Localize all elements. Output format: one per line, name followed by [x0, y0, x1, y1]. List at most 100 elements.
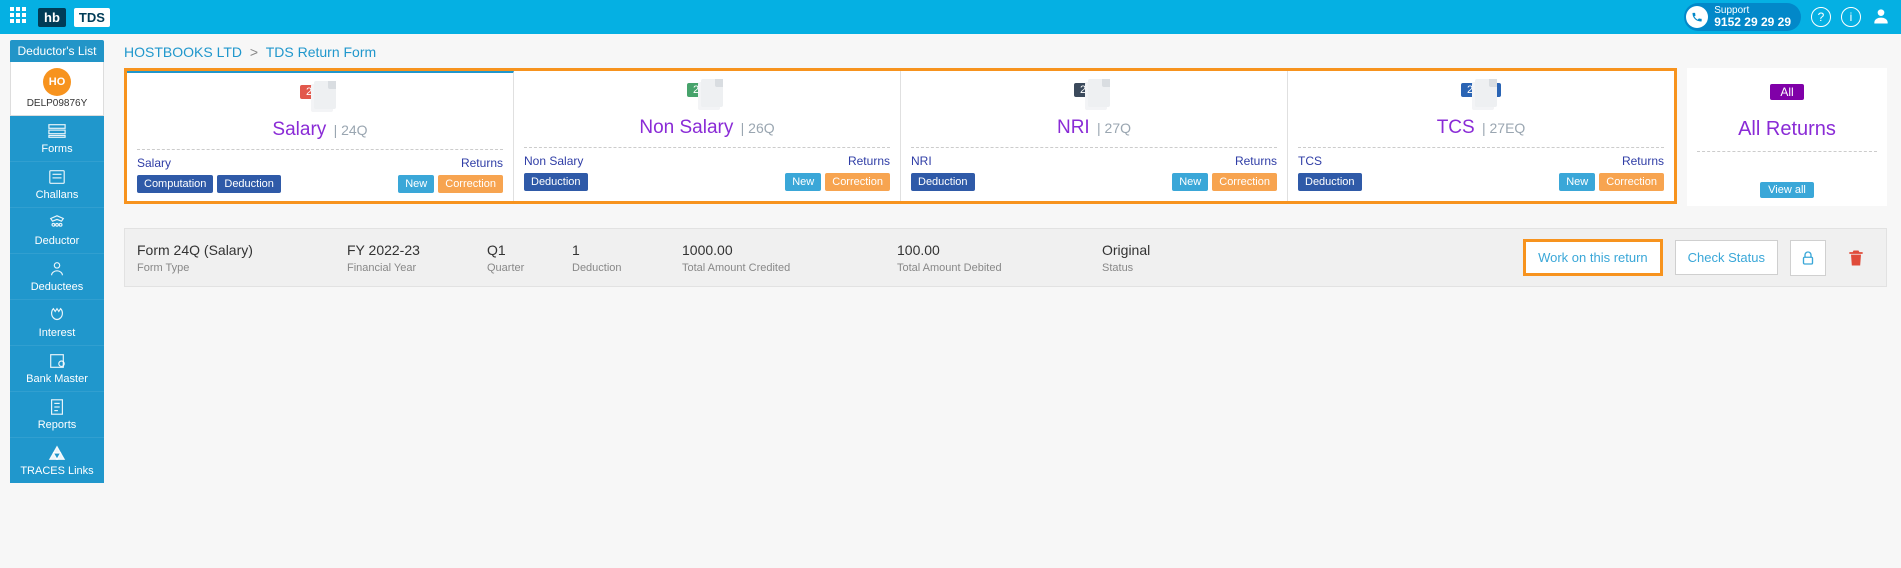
card-tcs[interactable]: 27EQ TCS | 27EQ TCS Returns Deducti: [1288, 71, 1674, 201]
deduction-button[interactable]: Deduction: [1298, 173, 1362, 191]
new-button[interactable]: New: [785, 173, 821, 191]
fy-value: FY 2022-23: [347, 242, 487, 258]
interest-icon: [46, 306, 68, 324]
support-pill[interactable]: Support 9152 29 29 29: [1684, 3, 1801, 31]
card-title: Salary | 24Q: [137, 119, 503, 141]
card-non-salary[interactable]: 26Q Non Salary | 26Q Non Salary Returns: [514, 71, 901, 201]
forms-icon: [46, 122, 68, 140]
apps-icon[interactable]: [10, 7, 30, 27]
card-code: | 26Q: [741, 120, 775, 136]
quarter-label: Quarter: [487, 262, 572, 274]
user-icon[interactable]: [1871, 6, 1891, 29]
info-icon[interactable]: i: [1841, 7, 1861, 27]
status-value: Original: [1102, 242, 1202, 258]
computation-button[interactable]: Computation: [137, 175, 213, 193]
nav-deductor[interactable]: Deductor: [10, 208, 104, 254]
deduction-button[interactable]: Deduction: [524, 173, 588, 191]
card-title-text: TCS: [1437, 117, 1475, 138]
card-code: | 27EQ: [1482, 120, 1525, 136]
correction-button[interactable]: Correction: [1212, 173, 1277, 191]
topbar-right: Support 9152 29 29 29 ? i: [1684, 3, 1891, 31]
correction-button[interactable]: Correction: [438, 175, 503, 193]
nav-label: Deductees: [31, 281, 84, 293]
doc-icon: 24Q: [300, 81, 340, 115]
correction-button[interactable]: Correction: [825, 173, 890, 191]
logo-tds: TDS: [74, 8, 110, 27]
card-all-returns[interactable]: All All Returns View all: [1687, 68, 1887, 206]
support-phone: 9152 29 29 29: [1714, 16, 1791, 29]
work-on-return-button[interactable]: Work on this return: [1523, 239, 1663, 276]
correction-button[interactable]: Correction: [1599, 173, 1664, 191]
view-all-button[interactable]: View all: [1760, 182, 1814, 198]
main: HOSTBOOKS LTD > TDS Return Form 24Q Sala…: [110, 34, 1901, 483]
card-salary[interactable]: 24Q Salary | 24Q Salary Returns Com: [127, 71, 514, 201]
breadcrumb-page: TDS Return Form: [266, 44, 376, 60]
nav: Forms Challans Deductor Deductees Intere…: [10, 116, 104, 483]
card-title: Non Salary | 26Q: [524, 117, 890, 139]
card-title: NRI | 27Q: [911, 117, 1277, 139]
help-icon[interactable]: ?: [1811, 7, 1831, 27]
check-status-button[interactable]: Check Status: [1675, 240, 1778, 275]
card-category: Non Salary: [524, 154, 583, 168]
nav-label: Forms: [41, 143, 72, 155]
logo-hb: hb: [38, 8, 66, 27]
new-button[interactable]: New: [398, 175, 434, 193]
card-category: Salary: [137, 156, 171, 170]
topbar-left: hb TDS: [10, 7, 110, 27]
deductees-icon: [46, 260, 68, 278]
new-button[interactable]: New: [1172, 173, 1208, 191]
support-text: Support 9152 29 29 29: [1714, 5, 1791, 29]
summary-actions: Work on this return Check Status: [1523, 239, 1874, 276]
delete-button[interactable]: [1838, 240, 1874, 276]
returns-link[interactable]: Returns: [461, 156, 503, 170]
card-nri[interactable]: 27Q NRI | 27Q NRI Returns Deduction: [901, 71, 1288, 201]
deduction-button[interactable]: Deduction: [911, 173, 975, 191]
card-code: | 27Q: [1097, 120, 1131, 136]
deductor-list-header: Deductor's List: [10, 40, 104, 62]
nav-bank-master[interactable]: Bank Master: [10, 346, 104, 392]
traces-icon: [46, 444, 68, 462]
breadcrumb-org[interactable]: HOSTBOOKS LTD: [124, 44, 242, 60]
nav-reports[interactable]: Reports: [10, 392, 104, 438]
reports-icon: [46, 398, 68, 416]
returns-link[interactable]: Returns: [1235, 154, 1277, 168]
challans-icon: [46, 168, 68, 186]
nav-traces-links[interactable]: TRACES Links: [10, 438, 104, 483]
new-button[interactable]: New: [1559, 173, 1595, 191]
returns-link[interactable]: Returns: [1622, 154, 1664, 168]
deductor-card[interactable]: HO DELP09876Y: [10, 62, 104, 116]
form-type-label: Form Type: [137, 262, 347, 274]
fy-label: Financial Year: [347, 262, 487, 274]
nav-label: Challans: [36, 189, 79, 201]
breadcrumb: HOSTBOOKS LTD > TDS Return Form: [124, 44, 1887, 60]
return-summary-row: Form 24Q (Salary) Form Type FY 2022-23 F…: [124, 228, 1887, 287]
credited-label: Total Amount Credited: [682, 262, 897, 274]
card-group-highlight: 24Q Salary | 24Q Salary Returns Com: [124, 68, 1677, 204]
all-badge: All: [1770, 84, 1803, 100]
credited-value: 1000.00: [682, 242, 897, 258]
deduction-button[interactable]: Deduction: [217, 175, 281, 193]
returns-link[interactable]: Returns: [848, 154, 890, 168]
card-title-text: Salary: [272, 119, 326, 140]
nav-challans[interactable]: Challans: [10, 162, 104, 208]
deduction-count-label: Deduction: [572, 262, 682, 274]
deductor-icon: [46, 214, 68, 232]
nav-deductees[interactable]: Deductees: [10, 254, 104, 300]
card-title-text: Non Salary: [639, 117, 733, 138]
deduction-count-value: 1: [572, 242, 682, 258]
form-type-value: Form 24Q (Salary): [137, 242, 347, 258]
nav-forms[interactable]: Forms: [10, 116, 104, 162]
nav-label: Deductor: [35, 235, 80, 247]
lock-button[interactable]: [1790, 240, 1826, 276]
nav-interest[interactable]: Interest: [10, 300, 104, 346]
card-title-text: NRI: [1057, 117, 1090, 138]
avatar-code: DELP09876Y: [11, 98, 103, 109]
sidebar: Deductor's List HO DELP09876Y Forms Chal…: [0, 34, 110, 483]
doc-icon: 27Q: [1074, 79, 1114, 113]
avatar: HO: [43, 68, 71, 96]
doc-icon: 27EQ: [1461, 79, 1501, 113]
card-title: TCS | 27EQ: [1298, 117, 1664, 139]
card-code: | 24Q: [334, 122, 368, 138]
card-category: NRI: [911, 154, 932, 168]
doc-icon: 26Q: [687, 79, 727, 113]
